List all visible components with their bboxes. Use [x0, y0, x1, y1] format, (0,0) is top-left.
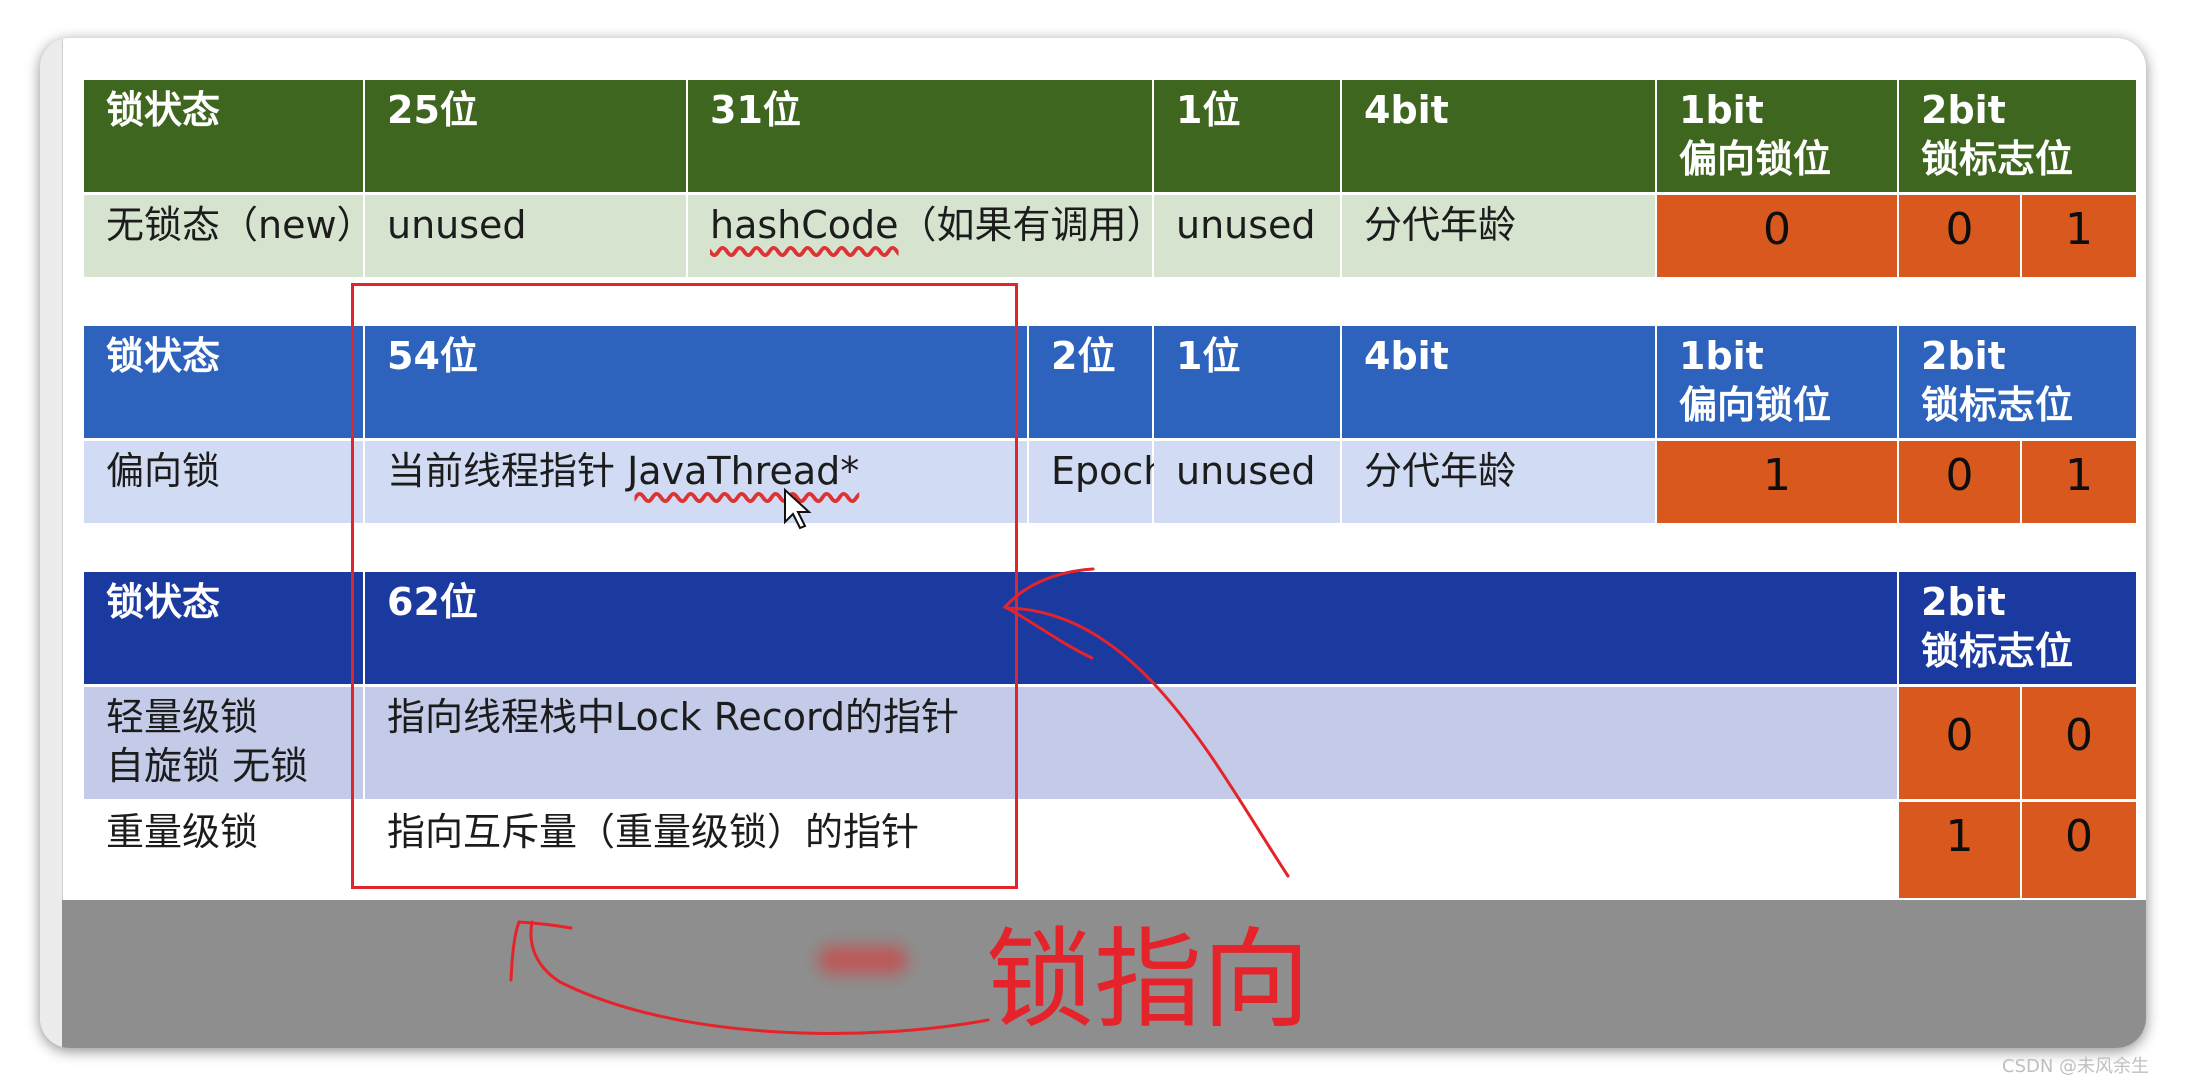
arrow-curve-right	[1006, 606, 1290, 878]
mouse-cursor-icon	[784, 487, 812, 530]
annotation-arrows	[509, 487, 1290, 1035]
watermark: CSDN @未风余生	[2002, 1056, 2150, 1077]
arrow-curve-bottom	[529, 920, 990, 1035]
arrow-head-bottom	[509, 920, 573, 982]
